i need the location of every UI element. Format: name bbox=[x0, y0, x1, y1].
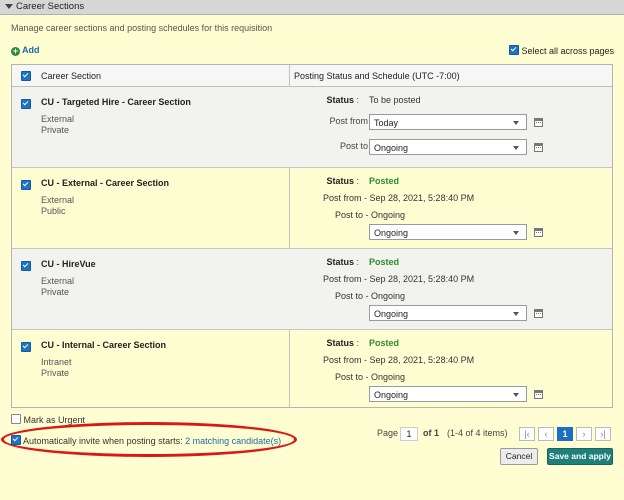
chevron-down-icon bbox=[513, 393, 519, 397]
post-to-label: Post to bbox=[339, 141, 368, 151]
post-to-selected: Ongoing bbox=[374, 143, 409, 153]
career-section-name: CU - Internal - Career Section bbox=[41, 340, 167, 350]
mark-as-urgent[interactable]: Mark as Urgent bbox=[11, 414, 85, 425]
status-label: Status : bbox=[326, 95, 359, 105]
career-section-type: External bbox=[41, 195, 75, 205]
career-section-name: CU - External - Career Section bbox=[41, 178, 170, 188]
calendar-icon[interactable] bbox=[534, 228, 543, 237]
table-row: CU - Targeted Hire - Career Section Exte… bbox=[12, 87, 612, 168]
column-header-posting-status: Posting Status and Schedule (UTC -7:00) bbox=[294, 71, 460, 81]
chevron-down-icon bbox=[513, 312, 519, 316]
add-label: Add bbox=[22, 45, 40, 55]
post-to-text: Post to - Ongoing bbox=[335, 210, 406, 220]
calendar-icon[interactable] bbox=[534, 309, 543, 318]
post-from-label: Post from bbox=[329, 116, 368, 126]
status-value: Posted bbox=[369, 338, 400, 348]
career-sections-table: Career Section Posting Status and Schedu… bbox=[11, 64, 613, 408]
matching-candidates-link[interactable]: 2 matching candidate(s) bbox=[185, 436, 281, 446]
next-page-icon[interactable]: › bbox=[576, 427, 592, 441]
post-to-select[interactable]: Ongoing bbox=[369, 305, 527, 321]
page-label: Page bbox=[377, 428, 399, 438]
post-to-selected: Ongoing bbox=[374, 228, 409, 238]
table-header: Career Section Posting Status and Schedu… bbox=[12, 65, 612, 87]
page-number-input[interactable]: 1 bbox=[400, 427, 418, 441]
row-checkbox[interactable] bbox=[21, 180, 31, 190]
calendar-icon[interactable] bbox=[534, 390, 543, 399]
select-all-across-pages[interactable]: Select all across pages bbox=[508, 45, 614, 56]
panel-header[interactable]: Career Sections bbox=[0, 0, 624, 15]
post-to-select[interactable]: Ongoing bbox=[369, 386, 527, 402]
select-all-checkbox[interactable] bbox=[508, 45, 519, 55]
last-page-icon[interactable]: ›| bbox=[595, 427, 611, 441]
post-from-selected: Today bbox=[374, 118, 399, 128]
chevron-down-icon bbox=[513, 121, 519, 125]
plus-circle-icon: + bbox=[11, 46, 20, 56]
table-row: CU - HireVue External Private Status : P… bbox=[12, 249, 612, 330]
row-checkbox[interactable] bbox=[21, 342, 31, 352]
urgent-checkbox[interactable] bbox=[11, 414, 21, 424]
post-from-text: Post from - Sep 28, 2021, 5:28:40 PM bbox=[323, 274, 475, 284]
career-section-name: CU - Targeted Hire - Career Section bbox=[41, 97, 191, 107]
career-section-visibility: Private bbox=[41, 287, 70, 297]
auto-invite-checkbox[interactable] bbox=[11, 435, 21, 445]
first-page-icon[interactable]: |‹ bbox=[519, 427, 535, 441]
career-section-type: External bbox=[41, 114, 75, 124]
items-range: (1-4 of 4 items) bbox=[447, 428, 508, 438]
current-page-button[interactable]: 1 bbox=[557, 427, 573, 441]
table-row: CU - External - Career Section External … bbox=[12, 168, 612, 249]
career-section-visibility: Private bbox=[41, 368, 70, 378]
post-from-text: Post from - Sep 28, 2021, 5:28:40 PM bbox=[323, 193, 475, 203]
add-button[interactable]: + Add bbox=[11, 45, 40, 56]
save-and-apply-button[interactable]: Save and apply bbox=[547, 448, 613, 465]
post-to-select[interactable]: Ongoing bbox=[369, 224, 527, 240]
post-to-text: Post to - Ongoing bbox=[335, 291, 406, 301]
column-header-career-section[interactable]: Career Section bbox=[41, 71, 101, 81]
previous-page-icon[interactable]: ‹ bbox=[538, 427, 554, 441]
status-label: Status : bbox=[326, 257, 359, 267]
calendar-icon[interactable] bbox=[534, 143, 543, 152]
header-checkbox[interactable] bbox=[21, 71, 31, 81]
status-label: Status : bbox=[326, 176, 359, 186]
table-row: CU - Internal - Career Section Intranet … bbox=[12, 330, 612, 410]
cancel-button[interactable]: Cancel bbox=[500, 448, 538, 465]
career-section-type: External bbox=[41, 276, 75, 286]
page-of-label: of 1 bbox=[423, 428, 440, 438]
panel-title: Career Sections bbox=[16, 1, 85, 12]
post-to-selected: Ongoing bbox=[374, 390, 409, 400]
career-section-type: Intranet bbox=[41, 357, 72, 367]
career-section-name: CU - HireVue bbox=[41, 259, 96, 269]
auto-invite-label: Automatically invite when posting starts… bbox=[23, 436, 183, 446]
post-from-text: Post from - Sep 28, 2021, 5:28:40 PM bbox=[323, 355, 475, 365]
row-checkbox[interactable] bbox=[21, 99, 31, 109]
calendar-icon[interactable] bbox=[534, 118, 543, 127]
post-to-text: Post to - Ongoing bbox=[335, 372, 406, 382]
auto-invite-option[interactable]: Automatically invite when posting starts… bbox=[11, 435, 281, 446]
status-value: Posted bbox=[369, 257, 400, 267]
post-to-select[interactable]: Ongoing bbox=[369, 139, 527, 155]
career-section-visibility: Private bbox=[41, 125, 70, 135]
status-label: Status : bbox=[326, 338, 359, 348]
row-checkbox[interactable] bbox=[21, 261, 31, 271]
select-all-label: Select all across pages bbox=[521, 46, 614, 56]
chevron-down-icon bbox=[513, 231, 519, 235]
status-value: Posted bbox=[369, 176, 400, 186]
chevron-down-icon bbox=[513, 146, 519, 150]
career-section-visibility: Public bbox=[41, 206, 66, 216]
post-from-select[interactable]: Today bbox=[369, 114, 527, 130]
panel-subtitle: Manage career sections and posting sched… bbox=[11, 23, 273, 33]
collapse-triangle-icon[interactable] bbox=[5, 4, 13, 9]
post-to-selected: Ongoing bbox=[374, 309, 409, 319]
status-value: To be posted bbox=[369, 95, 421, 105]
